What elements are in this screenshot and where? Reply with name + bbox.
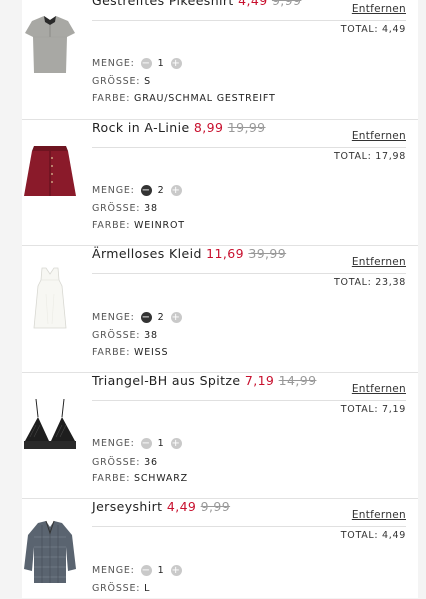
divider bbox=[92, 526, 406, 527]
cart-items-panel: Gestreiftes Pikeeshirt 4,49 9,99 Entfern… bbox=[22, 0, 418, 598]
divider bbox=[92, 20, 406, 21]
color-row: FARBE: GRAU/SCHMAL GESTREIFT bbox=[92, 93, 276, 104]
sale-price: 8,99 bbox=[193, 120, 224, 135]
sale-price: 11,69 bbox=[206, 246, 244, 261]
remove-button[interactable]: Entfernen bbox=[352, 509, 406, 521]
product-name[interactable]: Rock in A-Linie 8,99 19,99 bbox=[92, 120, 266, 135]
sale-price: 7,19 bbox=[244, 373, 275, 388]
quantity-value: 1 bbox=[157, 58, 165, 69]
quantity-row: MENGE: −2 + bbox=[92, 312, 182, 323]
remove-button[interactable]: Entfernen bbox=[352, 3, 406, 15]
original-price: 39,99 bbox=[248, 246, 287, 261]
plus-icon[interactable]: + bbox=[170, 438, 182, 449]
cart-item-polo-shirt: Gestreiftes Pikeeshirt 4,49 9,99 Entfern… bbox=[22, 0, 418, 119]
size-row: GRÖSSE: 38 bbox=[92, 203, 158, 214]
item-total: TOTAL: 4,49 bbox=[340, 530, 406, 541]
plus-icon[interactable]: + bbox=[170, 58, 182, 69]
minus-icon[interactable]: − bbox=[140, 438, 152, 449]
cart-item-bra: Triangel-BH aus Spitze 7,19 14,99 Entfer… bbox=[22, 372, 418, 499]
item-total: TOTAL: 17,98 bbox=[334, 151, 406, 162]
size-row: GRÖSSE: S bbox=[92, 76, 151, 87]
quantity-row: MENGE: −2 + bbox=[92, 185, 182, 196]
cart-item-jersey-shirt: Jerseyshirt 4,49 9,99 Entfernen TOTAL: 4… bbox=[22, 498, 418, 599]
color-row: FARBE: WEINROT bbox=[92, 220, 185, 231]
item-total: TOTAL: 7,19 bbox=[340, 404, 406, 415]
original-price: 14,99 bbox=[278, 373, 317, 388]
sale-price: 4,49 bbox=[238, 0, 268, 8]
item-total: TOTAL: 23,38 bbox=[334, 277, 406, 288]
quantity-row: MENGE: −1 + bbox=[92, 58, 182, 69]
item-total: TOTAL: 4,49 bbox=[340, 24, 406, 35]
quantity-row: MENGE: −1 + bbox=[92, 438, 182, 449]
remove-button[interactable]: Entfernen bbox=[352, 130, 406, 142]
size-row: GRÖSSE: 36 bbox=[92, 457, 158, 468]
size-row: GRÖSSE: L bbox=[92, 583, 151, 594]
sale-price: 4,49 bbox=[166, 499, 197, 514]
divider bbox=[92, 147, 406, 148]
cart-item-skirt: Rock in A-Linie 8,99 19,99 Entfernen TOT… bbox=[22, 119, 418, 246]
product-image-dress[interactable] bbox=[22, 264, 78, 332]
product-image-polo-shirt[interactable] bbox=[22, 11, 78, 79]
original-price: 19,99 bbox=[227, 120, 266, 135]
divider bbox=[92, 400, 406, 401]
quantity-value: 2 bbox=[157, 185, 165, 196]
plus-icon[interactable]: + bbox=[170, 565, 182, 576]
minus-icon[interactable]: − bbox=[140, 565, 152, 576]
quantity-value: 1 bbox=[157, 438, 165, 449]
product-name[interactable]: Ärmelloses Kleid 11,69 39,99 bbox=[92, 246, 286, 261]
minus-icon[interactable]: − bbox=[140, 58, 152, 69]
plus-icon[interactable]: + bbox=[170, 312, 182, 323]
product-name[interactable]: Triangel-BH aus Spitze 7,19 14,99 bbox=[92, 373, 316, 388]
size-row: GRÖSSE: 38 bbox=[92, 330, 158, 341]
color-row: FARBE: SCHWARZ bbox=[92, 473, 188, 484]
product-name[interactable]: Jerseyshirt 4,49 9,99 bbox=[92, 499, 230, 514]
color-row: FARBE: WEISS bbox=[92, 347, 169, 358]
original-price: 9,99 bbox=[200, 499, 231, 514]
product-image-bra[interactable] bbox=[22, 391, 78, 459]
minus-icon[interactable]: − bbox=[140, 312, 152, 323]
divider bbox=[92, 273, 406, 274]
original-price: 9,99 bbox=[271, 0, 302, 8]
minus-icon[interactable]: − bbox=[140, 185, 152, 196]
plus-icon[interactable]: + bbox=[170, 185, 182, 196]
product-image-jersey-shirt[interactable] bbox=[22, 517, 78, 585]
quantity-value: 1 bbox=[157, 565, 165, 576]
remove-button[interactable]: Entfernen bbox=[352, 256, 406, 268]
remove-button[interactable]: Entfernen bbox=[352, 383, 406, 395]
cart-item-dress: Ärmelloses Kleid 11,69 39,99 Entfernen T… bbox=[22, 245, 418, 372]
quantity-row: MENGE: −1 + bbox=[92, 565, 182, 576]
quantity-value: 2 bbox=[157, 312, 165, 323]
product-name[interactable]: Gestreiftes Pikeeshirt 4,49 9,99 bbox=[92, 0, 301, 8]
product-image-skirt[interactable] bbox=[22, 138, 78, 206]
